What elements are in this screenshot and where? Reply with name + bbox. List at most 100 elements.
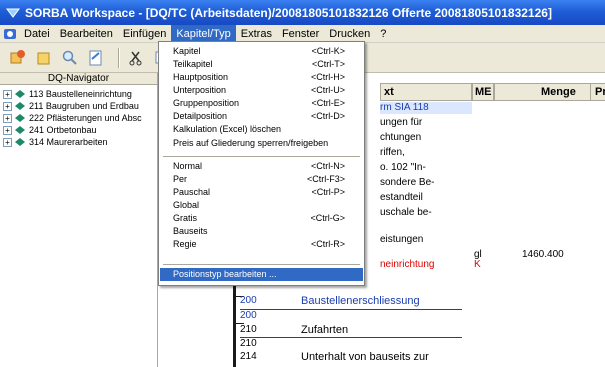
doc-text-line: sondere Be- [380,177,435,188]
menu-item-label: Per [173,174,188,184]
menu-item-label: Regie [173,239,197,249]
navigator-title: DQ-Navigator [0,73,157,85]
column-header-me[interactable]: ME [472,83,494,101]
position-number[interactable]: 200 [240,295,257,306]
doc-text-line: estandteil [380,192,423,203]
menu-item-kalkulation-loeschen[interactable]: Kalkulation (Excel) löschen [160,123,363,136]
cut-button[interactable] [126,48,146,68]
edit-button[interactable] [86,48,106,68]
menu-item-regie[interactable]: Regie <Ctrl-R> [160,238,363,251]
doc-title-red: neinrichtung [380,259,435,270]
position-title[interactable]: Unterhalt von bauseits zur [301,351,429,363]
window-title: SORBA Workspace - [DQ/TC (Arbeitsdaten)/… [25,5,552,20]
menu-item-label: Teilkapitel [173,59,213,69]
column-header-price[interactable]: Pr [590,83,605,101]
nav-tree-item[interactable]: + 211 Baugruben und Erdbau [0,100,157,112]
menu-item-shortcut: <Ctrl-H> [310,72,345,82]
nav-tree-item[interactable]: + 241 Ortbetonbau [0,124,157,136]
column-header-text[interactable]: xt [380,83,472,101]
menu-item-preis-sperren[interactable]: Preis auf Gliederung sperren/freigeben [160,137,363,150]
menu-item-bauseits[interactable]: Bauseits [160,225,363,238]
menu-item-label: Unterposition [173,85,227,95]
search-button[interactable] [60,48,80,68]
menu-separator [163,264,360,265]
menu-separator [163,156,360,157]
position-underline [240,337,462,338]
menu-item-pauschal[interactable]: Pauschal <Ctrl-P> [160,186,363,199]
menu-item-gruppenposition[interactable]: Gruppenposition <Ctrl-E> [160,97,363,110]
menu-item-normal[interactable]: Normal <Ctrl-N> [160,160,363,173]
menu-kapitel-typ[interactable]: Kapitel/Typ [171,24,236,43]
document-edit-icon [89,50,102,65]
nav-tree-item[interactable]: + 314 Maurerarbeiten [0,136,157,148]
menu-item-label: Detailposition [173,111,228,121]
nav-item-label: 314 Maurerarbeiten [29,137,108,147]
menu-item-shortcut: <Ctrl-G> [310,213,345,223]
scissors-icon [129,51,142,65]
menu-item-label: Gratis [173,213,198,223]
position-number[interactable]: 214 [240,351,257,362]
nav-item-label: 241 Ortbetonbau [29,125,97,135]
open-button[interactable] [34,48,54,68]
menu-extras[interactable]: Extras [236,25,277,43]
chapter-book-icon [15,114,25,122]
position-number[interactable]: 210 [240,338,257,349]
menu-item-label: Hauptposition [173,72,229,82]
doc-text-line: riffen, [380,147,405,158]
menu-item-gratis[interactable]: Gratis <Ctrl-G> [160,212,363,225]
menu-item-shortcut: <Ctrl-F3> [306,174,345,184]
menu-item-shortcut: <Ctrl-U> [310,85,345,95]
menu-drucken[interactable]: Drucken [324,25,375,43]
new-position-button[interactable] [8,48,28,68]
menu-help[interactable]: ? [375,25,391,43]
menu-item-shortcut: <Ctrl-P> [311,187,345,197]
dq-navigator-panel: DQ-Navigator + 113 Baustelleneinrichtung… [0,73,158,367]
menu-item-label: Global [173,200,200,210]
expand-icon[interactable]: + [3,125,12,135]
nav-tree-item[interactable]: + 113 Baustelleneinrichtung [0,88,157,100]
quantity-value: 1460.400 [522,249,564,260]
position-number[interactable]: 210 [240,324,257,335]
chapter-book-icon [15,138,25,146]
menu-datei[interactable]: Datei [19,25,55,43]
nav-item-label: 113 Baustelleneinrichtung [29,89,132,99]
kapitel-typ-dropdown: Kapitel <Ctrl-K> Teilkapitel <Ctrl-T> Ha… [158,41,365,286]
doc-text-line: chtungen [380,132,422,143]
menu-item-hauptposition[interactable]: Hauptposition <Ctrl-H> [160,71,363,84]
menu-item-unterposition[interactable]: Unterposition <Ctrl-U> [160,84,363,97]
folder-icon [37,52,50,64]
menu-item-global[interactable]: Global [160,199,363,212]
menu-item-label: Positionstyp bearbeiten ... [173,269,277,279]
menu-item-teilkapitel[interactable]: Teilkapitel <Ctrl-T> [160,58,363,71]
menu-item-positionstyp-bearbeiten[interactable]: Positionstyp bearbeiten ... [160,268,363,281]
menu-fenster[interactable]: Fenster [277,25,324,43]
expand-icon[interactable]: + [3,101,12,111]
menu-item-detailposition[interactable]: Detailposition <Ctrl-D> [160,110,363,123]
position-title[interactable]: Zufahrten [301,324,348,336]
search-icon [62,50,77,65]
menu-item-label: Pauschal [173,187,211,197]
column-header-menge[interactable]: Menge [494,83,604,101]
menu-einfuegen[interactable]: Einfügen [118,25,171,43]
menu-item-label: Bauseits [173,226,208,236]
sorba-logo-icon [6,8,20,18]
menu-item-shortcut: <Ctrl-E> [311,98,345,108]
doc-text-line: uschale be- [380,207,432,218]
menu-item-label: Gruppenposition [173,98,240,108]
position-number[interactable]: 200 [240,310,257,321]
expand-icon[interactable]: + [3,137,12,147]
menu-bearbeiten[interactable]: Bearbeiten [55,25,118,43]
position-underline [240,309,462,310]
menu-item-per[interactable]: Per <Ctrl-F3> [160,173,363,186]
menu-item-kapitel[interactable]: Kapitel <Ctrl-K> [160,45,363,58]
expand-icon[interactable]: + [3,113,12,123]
chapter-book-icon [15,102,25,110]
nav-tree-item[interactable]: + 222 Pflästerungen und Absc [0,112,157,124]
position-title[interactable]: Baustellenerschliessung [301,295,420,307]
menu-item-label: Kalkulation (Excel) löschen [173,124,282,134]
calculation-flag: K [474,259,481,270]
chapter-book-icon [15,90,25,98]
app-menu-icon[interactable] [3,28,17,40]
expand-icon[interactable]: + [3,89,12,99]
doc-text-line: rm SIA 118 [380,102,472,114]
